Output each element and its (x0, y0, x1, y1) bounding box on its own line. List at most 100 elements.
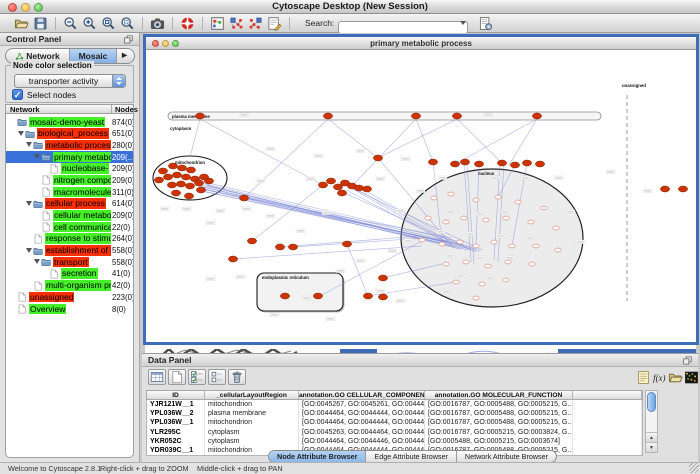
tree-row-transport[interactable]: transport558(0) (6, 256, 133, 268)
network-node[interactable] (337, 190, 346, 196)
network-node[interactable] (194, 180, 203, 186)
tree-row-response-to-stimulu[interactable]: response to stimulu264(0) (6, 233, 133, 245)
network-node[interactable] (479, 282, 485, 286)
expand-arrow-icon[interactable] (34, 259, 40, 264)
expand-arrow-icon[interactable] (26, 248, 32, 253)
net-a-button[interactable] (228, 15, 245, 32)
tab-edge-attribute-browser[interactable]: Edge Attribute Browser (366, 451, 457, 462)
network-node[interactable] (228, 256, 237, 262)
tree-row-macromolecule[interactable]: macromolecule311(0) (6, 186, 133, 198)
table-row[interactable]: YJR121W__1mitochondrion[GO:0045267, GO:0… (147, 400, 642, 409)
network-canvas[interactable]: plasma membranecytoplasmmitochondrionnuc… (146, 50, 696, 342)
network-node[interactable] (172, 172, 181, 178)
network-node[interactable] (452, 113, 461, 119)
network-node[interactable] (323, 113, 332, 119)
network-node[interactable] (495, 195, 501, 199)
network-node[interactable] (515, 200, 521, 204)
table-row[interactable]: YPL036W__2plasma membrane[GO:0044464, GO… (147, 409, 642, 418)
table-row[interactable]: YLR295Ccytoplasm[GO:0045263, GO:0044464,… (147, 428, 642, 437)
network-node[interactable] (171, 190, 180, 196)
dp-trash-button[interactable] (228, 369, 246, 385)
tree-row-nitrogen-compo[interactable]: nitrogen compo209(0) (6, 174, 133, 186)
column-header[interactable]: annotation.GO CELLULAR_COMPONENT (299, 391, 425, 399)
network-node[interactable] (318, 182, 327, 188)
column-header[interactable]: ID (147, 391, 205, 399)
scroll-down-button[interactable]: ▼ (646, 442, 657, 452)
network-node[interactable] (431, 196, 437, 200)
network-node[interactable] (460, 159, 469, 165)
column-header[interactable]: _cellularLayoutRegion (205, 391, 299, 399)
network-node[interactable] (181, 174, 190, 180)
tree-row-unassigned[interactable]: unassigned223(0) (6, 291, 133, 303)
network-node[interactable] (448, 192, 454, 196)
network-node[interactable] (528, 220, 534, 224)
network-node[interactable] (425, 216, 431, 220)
network-node[interactable] (555, 248, 561, 252)
network-node[interactable] (485, 264, 491, 268)
network-node[interactable] (553, 226, 559, 230)
table-row[interactable]: YKR052Ccytoplasm[GO:0044464, GO:0044446,… (147, 437, 642, 446)
network-node[interactable] (239, 195, 248, 201)
network-node[interactable] (342, 241, 351, 247)
network-node[interactable] (288, 244, 297, 250)
network-node[interactable] (533, 244, 539, 248)
network-node[interactable] (678, 186, 687, 192)
network-node[interactable] (326, 178, 335, 184)
zoom-out-button[interactable] (62, 15, 79, 32)
tree-column-nodes[interactable]: Nodes (111, 105, 138, 114)
tab-node-attribute-browser[interactable]: Node Attribute Browser (269, 451, 366, 462)
network-node[interactable] (497, 160, 506, 166)
tree-row-establishment-of-lo[interactable]: establishment of lo558(0) (6, 245, 133, 257)
network-node[interactable] (354, 185, 363, 191)
network-node[interactable] (247, 238, 256, 244)
dp-check-button[interactable] (188, 369, 206, 385)
tree-row-secretion[interactable]: secretion41(0) (6, 268, 133, 280)
network-node[interactable] (474, 161, 483, 167)
network-node[interactable] (453, 280, 459, 284)
network-node[interactable] (177, 165, 186, 171)
dp-table-button[interactable] (148, 369, 166, 385)
camera-button[interactable] (149, 15, 166, 32)
network-node[interactable] (443, 262, 449, 266)
zoom-region-button[interactable] (119, 15, 136, 32)
expand-arrow-icon[interactable] (26, 201, 32, 206)
network-node[interactable] (473, 198, 479, 202)
network-node[interactable] (473, 296, 479, 300)
dp-newdoc-button[interactable] (168, 369, 186, 385)
network-node[interactable] (510, 162, 519, 168)
form-pencil-button[interactable] (266, 15, 283, 32)
select-nodes-checkbox[interactable]: ✓ (12, 89, 23, 100)
network-node[interactable] (419, 238, 425, 242)
tree-row-mosaic-demo-yeast[interactable]: mosaic-demo-yeast874(0) (6, 116, 133, 128)
float-panel-icon[interactable] (682, 355, 693, 366)
table-row[interactable]: YPL036W__1mitochondrion[GO:0044464, GO:0… (147, 418, 642, 427)
dp-folder-button[interactable] (668, 370, 684, 386)
network-node[interactable] (529, 262, 535, 266)
network-node[interactable] (196, 187, 205, 193)
network-node[interactable] (463, 260, 469, 264)
network-node[interactable] (204, 178, 213, 184)
network-node[interactable] (184, 193, 193, 199)
network-node[interactable] (483, 218, 489, 222)
scroll-up-button[interactable]: ▲ (646, 432, 657, 442)
network-node[interactable] (535, 161, 544, 167)
network-node[interactable] (509, 244, 515, 248)
network-node[interactable] (363, 293, 372, 299)
tree-column-network[interactable]: Network (10, 105, 40, 114)
after-search-button[interactable] (476, 15, 494, 32)
expand-arrow-icon[interactable] (26, 142, 32, 147)
network-node[interactable] (443, 220, 449, 224)
network-node[interactable] (185, 183, 194, 189)
network-node[interactable] (378, 294, 387, 300)
scrollbar-thumb[interactable] (647, 392, 656, 412)
network-node[interactable] (163, 174, 172, 180)
network-node[interactable] (167, 182, 176, 188)
network-node[interactable] (541, 206, 547, 210)
tree-row-cell-communicat[interactable]: cell communicat22(0) (6, 221, 133, 233)
network-node[interactable] (450, 161, 459, 167)
network-node[interactable] (473, 244, 479, 248)
dp-fx-button[interactable] (652, 370, 668, 386)
save-button[interactable] (32, 15, 49, 32)
search-input[interactable] (338, 21, 468, 34)
network-node[interactable] (195, 113, 204, 119)
